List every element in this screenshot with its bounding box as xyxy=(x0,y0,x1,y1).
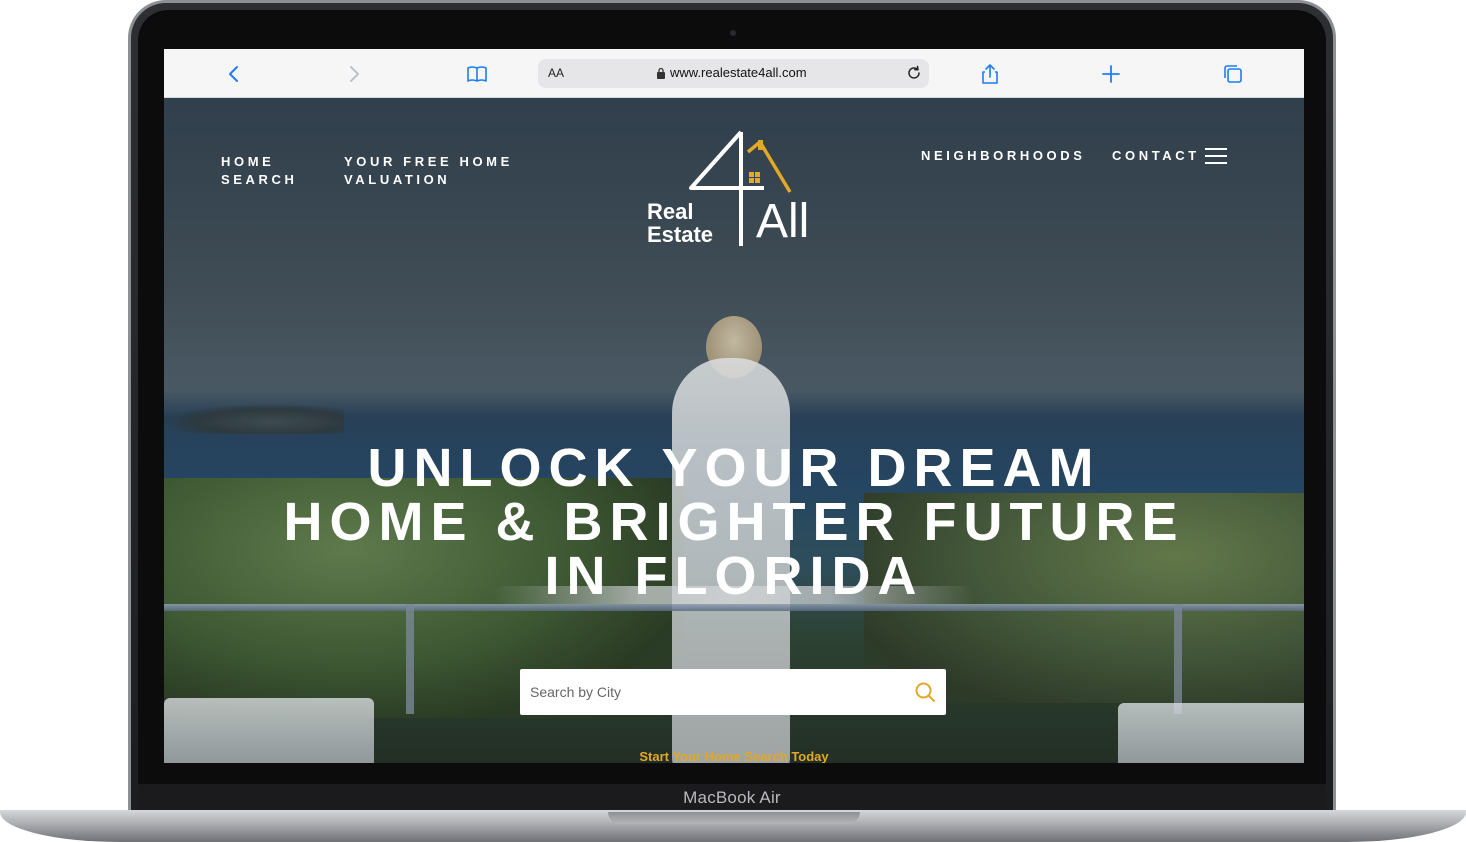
railing-post xyxy=(1174,604,1182,714)
hero-headline: UNLOCK YOUR DREAM HOME & BRIGHTER FUTURE… xyxy=(164,441,1304,603)
start-search-link[interactable]: Start Your Home Search Today xyxy=(164,749,1304,763)
logo-text-all: All xyxy=(756,195,810,248)
search-icon[interactable] xyxy=(914,681,936,703)
city-search-input[interactable] xyxy=(530,669,900,715)
new-tab-icon[interactable] xyxy=(1098,61,1124,87)
hero-headline-line1: UNLOCK YOUR DREAM xyxy=(367,438,1101,498)
share-icon[interactable] xyxy=(977,61,1003,87)
hero-headline-line3: IN FLORIDA xyxy=(544,546,924,606)
nav-home-valuation-line1: YOUR FREE HOME xyxy=(344,154,513,169)
railing-post xyxy=(406,604,414,714)
nav-home-search[interactable]: HOME SEARCH xyxy=(221,153,298,189)
forward-icon[interactable] xyxy=(341,61,367,87)
nav-contact[interactable]: CONTACT xyxy=(1112,147,1200,165)
tabs-overview-icon[interactable] xyxy=(1220,61,1246,87)
nav-home-search-line2: SEARCH xyxy=(221,172,298,187)
reader-aa-label[interactable]: AA xyxy=(548,66,564,80)
bookmarks-icon[interactable] xyxy=(464,61,490,87)
nav-home-valuation-line2: VALUATION xyxy=(344,172,451,187)
hero-section: HOME SEARCH YOUR FREE HOME VALUATION NEI… xyxy=(164,98,1304,763)
hamburger-menu-icon[interactable] xyxy=(1205,148,1227,166)
browser-toolbar: AA www.realestate4all.com xyxy=(164,49,1304,98)
site-logo[interactable]: Real Estate All xyxy=(644,128,824,250)
laptop-chin: MacBook Air xyxy=(138,784,1326,812)
screen: AA www.realestate4all.com HOME SEARCH YO… xyxy=(164,49,1304,763)
city-search-box[interactable] xyxy=(520,669,946,715)
nav-home-search-line1: HOME xyxy=(221,154,275,169)
device-label: MacBook Air xyxy=(683,788,781,807)
laptop-notch xyxy=(608,812,860,824)
hero-headline-line2: HOME & BRIGHTER FUTURE xyxy=(283,492,1185,552)
url-text[interactable]: www.realestate4all.com xyxy=(670,65,807,80)
hero-rocks xyxy=(164,404,344,434)
nav-neighborhoods[interactable]: NEIGHBORHOODS xyxy=(921,147,1086,165)
back-icon[interactable] xyxy=(221,61,247,87)
logo-text-estate: Estate xyxy=(647,222,714,247)
nav-home-valuation[interactable]: YOUR FREE HOME VALUATION xyxy=(344,153,513,189)
camera-icon xyxy=(730,30,736,36)
logo-text-real: Real xyxy=(647,199,694,224)
reload-icon[interactable] xyxy=(905,64,923,82)
lock-icon xyxy=(657,67,665,79)
address-bar[interactable]: AA www.realestate4all.com xyxy=(538,59,929,88)
